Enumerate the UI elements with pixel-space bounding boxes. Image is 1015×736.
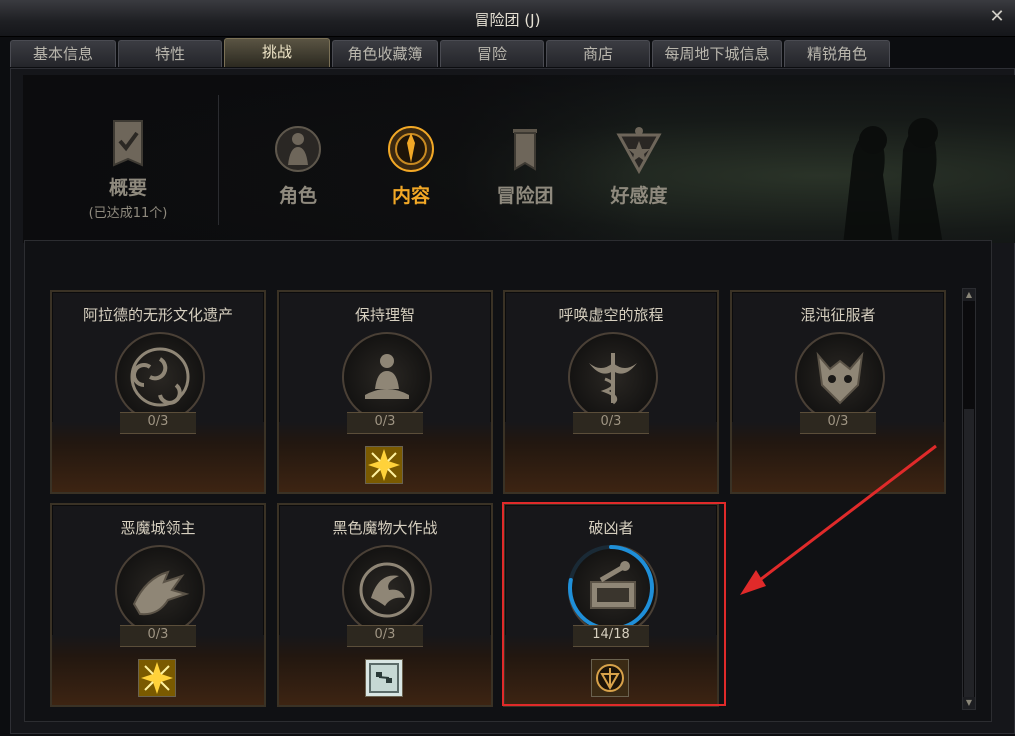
scroll-up-icon[interactable]: ▲ — [963, 289, 975, 301]
annotation-arrow — [740, 444, 937, 595]
scroll-thumb[interactable] — [964, 409, 974, 699]
adventure-team-window: 冒险团 (J) ✕ 基本信息 特性 挑战 角色收藏簿 冒险 商店 每周地下城信息… — [0, 0, 1015, 736]
scroll-down-icon[interactable]: ▼ — [963, 697, 975, 709]
scrollbar[interactable]: ▲ ▼ — [962, 288, 976, 710]
